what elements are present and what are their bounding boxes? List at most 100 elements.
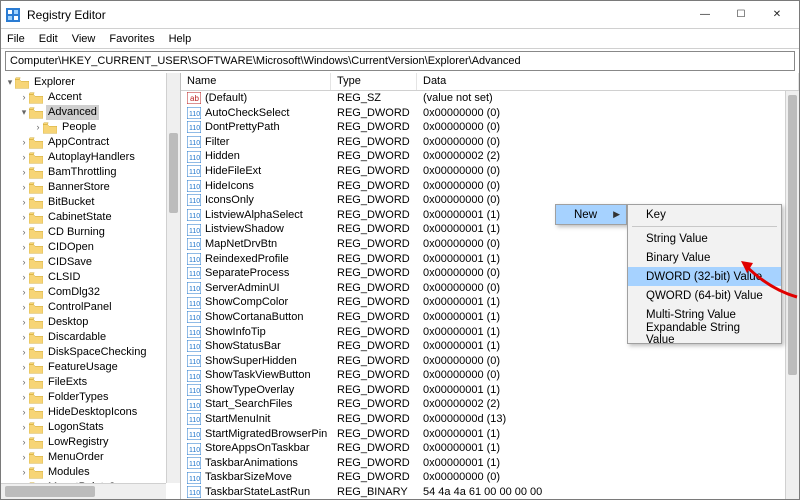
scrollbar-thumb[interactable]: [5, 486, 95, 497]
tree-node[interactable]: ›BitBucket: [3, 195, 180, 210]
address-bar[interactable]: Computer\HKEY_CURRENT_USER\SOFTWARE\Micr…: [5, 51, 795, 71]
list-scrollbar-vertical[interactable]: [785, 91, 799, 499]
tree-node[interactable]: ›BannerStore: [3, 180, 180, 195]
tree-node[interactable]: ›MenuOrder: [3, 450, 180, 465]
expand-icon[interactable]: ›: [19, 450, 29, 465]
expand-icon[interactable]: ›: [19, 90, 29, 105]
column-type[interactable]: Type: [331, 73, 417, 90]
tree-node[interactable]: ›CabinetState: [3, 210, 180, 225]
tree-node[interactable]: ▾Advanced: [3, 105, 180, 120]
close-button[interactable]: ✕: [759, 3, 795, 27]
tree-node[interactable]: ›DiskSpaceChecking: [3, 345, 180, 360]
tree-node[interactable]: ›Accent: [3, 90, 180, 105]
value-row[interactable]: 110TaskbarAnimations REG_DWORD 0x0000000…: [181, 456, 799, 471]
tree-node[interactable]: ›FeatureUsage: [3, 360, 180, 375]
value-row[interactable]: ab(Default) REG_SZ (value not set): [181, 91, 799, 106]
menu-favorites[interactable]: Favorites: [109, 33, 154, 45]
tree-node[interactable]: ›LogonStats: [3, 420, 180, 435]
expand-icon[interactable]: ›: [19, 390, 29, 405]
tree-node[interactable]: ›HideDesktopIcons: [3, 405, 180, 420]
context-item[interactable]: Key: [628, 205, 781, 224]
tree-node[interactable]: ›AppContract: [3, 135, 180, 150]
tree-node[interactable]: ›ComDlg32: [3, 285, 180, 300]
expand-icon[interactable]: ›: [19, 240, 29, 255]
value-row[interactable]: 110StoreAppsOnTaskbar REG_DWORD 0x000000…: [181, 441, 799, 456]
value-row[interactable]: 110DontPrettyPath REG_DWORD 0x00000000 (…: [181, 120, 799, 135]
context-item[interactable]: QWORD (64-bit) Value: [628, 286, 781, 305]
expand-icon[interactable]: ›: [19, 150, 29, 165]
value-row[interactable]: 110HideFileExt REG_DWORD 0x00000000 (0): [181, 164, 799, 179]
tree-scrollbar-horizontal[interactable]: [1, 483, 166, 499]
context-item[interactable]: Expandable String Value: [628, 324, 781, 343]
value-row[interactable]: 110TaskbarStateLastRun REG_BINARY 54 4a …: [181, 485, 799, 499]
tree-node[interactable]: ›LowRegistry: [3, 435, 180, 450]
expand-icon[interactable]: ▾: [19, 105, 29, 120]
minimize-button[interactable]: —: [687, 3, 723, 27]
tree-node[interactable]: ›CD Burning: [3, 225, 180, 240]
expand-icon[interactable]: ›: [19, 345, 29, 360]
tree-scrollbar-vertical[interactable]: [166, 73, 180, 483]
column-name[interactable]: Name: [181, 73, 331, 90]
expand-icon[interactable]: ›: [19, 315, 29, 330]
context-item[interactable]: Binary Value: [628, 248, 781, 267]
scrollbar-thumb[interactable]: [169, 133, 178, 213]
maximize-button[interactable]: ☐: [723, 3, 759, 27]
tree-node[interactable]: ›FileExts: [3, 375, 180, 390]
menu-help[interactable]: Help: [169, 33, 192, 45]
context-item[interactable]: DWORD (32-bit) Value: [628, 267, 781, 286]
expand-icon[interactable]: ▾: [5, 75, 15, 90]
expand-icon[interactable]: ›: [19, 420, 29, 435]
tree-node[interactable]: ›CLSID: [3, 270, 180, 285]
context-item-new[interactable]: New ▶: [556, 205, 626, 224]
tree-node[interactable]: ›Discardable: [3, 330, 180, 345]
value-row[interactable]: 110Filter REG_DWORD 0x00000000 (0): [181, 135, 799, 150]
expand-icon[interactable]: ›: [19, 180, 29, 195]
value-row[interactable]: 110ShowTypeOverlay REG_DWORD 0x00000001 …: [181, 383, 799, 398]
column-data[interactable]: Data: [417, 73, 799, 90]
value-row[interactable]: 110StartMenuInit REG_DWORD 0x0000000d (1…: [181, 412, 799, 427]
value-row[interactable]: 110AutoCheckSelect REG_DWORD 0x00000000 …: [181, 106, 799, 121]
expand-icon[interactable]: ›: [19, 270, 29, 285]
svg-text:110: 110: [189, 388, 200, 395]
tree-node[interactable]: › People: [3, 120, 180, 135]
tree-node[interactable]: ›BamThrottling: [3, 165, 180, 180]
tree-node[interactable]: ›CIDOpen: [3, 240, 180, 255]
value-row[interactable]: 110StartMigratedBrowserPin REG_DWORD 0x0…: [181, 427, 799, 442]
expand-icon[interactable]: ›: [19, 165, 29, 180]
tree-node[interactable]: ›Modules: [3, 465, 180, 480]
value-name: 110SeparateProcess: [181, 266, 331, 281]
value-row[interactable]: 110ShowTaskViewButton REG_DWORD 0x000000…: [181, 368, 799, 383]
expand-icon[interactable]: ›: [19, 465, 29, 480]
expand-icon[interactable]: ›: [19, 360, 29, 375]
value-row[interactable]: 110HideIcons REG_DWORD 0x00000000 (0): [181, 179, 799, 194]
expand-icon[interactable]: ›: [19, 135, 29, 150]
tree-node[interactable]: ›FolderTypes: [3, 390, 180, 405]
expand-icon[interactable]: ›: [19, 195, 29, 210]
expand-icon[interactable]: ›: [19, 300, 29, 315]
menu-file[interactable]: File: [7, 33, 25, 45]
value-row[interactable]: 110Start_SearchFiles REG_DWORD 0x0000000…: [181, 397, 799, 412]
scrollbar-thumb[interactable]: [788, 95, 797, 375]
context-item[interactable]: String Value: [628, 229, 781, 248]
value-row[interactable]: 110ShowSuperHidden REG_DWORD 0x00000000 …: [181, 354, 799, 369]
tree-node[interactable]: ›CIDSave: [3, 255, 180, 270]
expand-icon[interactable]: ›: [19, 330, 29, 345]
expand-icon[interactable]: ›: [33, 120, 43, 135]
menu-view[interactable]: View: [72, 33, 96, 45]
value-name: 110HideFileExt: [181, 164, 331, 179]
expand-icon[interactable]: ›: [19, 375, 29, 390]
tree-label: People: [60, 120, 98, 135]
tree-node[interactable]: ›Desktop: [3, 315, 180, 330]
tree-node-explorer[interactable]: ▾Explorer: [3, 75, 180, 90]
tree-node[interactable]: ›ControlPanel: [3, 300, 180, 315]
value-row[interactable]: 110Hidden REG_DWORD 0x00000002 (2): [181, 149, 799, 164]
expand-icon[interactable]: ›: [19, 225, 29, 240]
tree-node[interactable]: ›AutoplayHandlers: [3, 150, 180, 165]
menu-edit[interactable]: Edit: [39, 33, 58, 45]
expand-icon[interactable]: ›: [19, 255, 29, 270]
expand-icon[interactable]: ›: [19, 210, 29, 225]
expand-icon[interactable]: ›: [19, 405, 29, 420]
expand-icon[interactable]: ›: [19, 285, 29, 300]
expand-icon[interactable]: ›: [19, 435, 29, 450]
value-row[interactable]: 110TaskbarSizeMove REG_DWORD 0x00000000 …: [181, 470, 799, 485]
